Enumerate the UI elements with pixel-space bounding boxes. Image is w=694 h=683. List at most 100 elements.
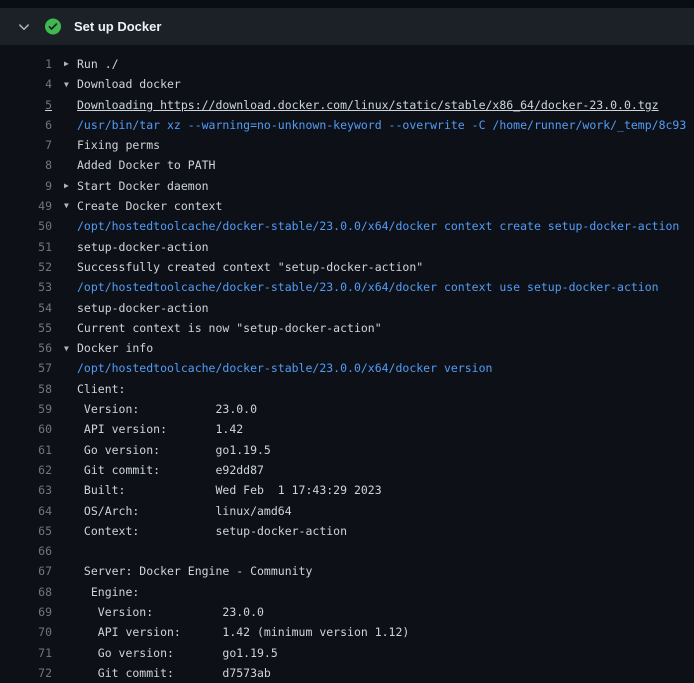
- log-text: Start Docker daemon: [77, 179, 209, 193]
- group-arrow-expanded-icon[interactable]: ▼: [64, 339, 77, 359]
- log-line: 6/usr/bin/tar xz --warning=no-unknown-ke…: [0, 115, 694, 135]
- log-line: 61 Go version: go1.19.5: [0, 440, 694, 460]
- line-number[interactable]: 8: [0, 155, 52, 175]
- line-number[interactable]: 50: [0, 216, 52, 236]
- line-number[interactable]: 56: [0, 338, 52, 358]
- log-line: 65 Context: setup-docker-action: [0, 521, 694, 541]
- log-container: 1 ▶Run ./ 4 ▼Download docker 5 Downloading ht…: [0, 45, 694, 683]
- line-number[interactable]: 72: [0, 663, 52, 683]
- log-line-content: Downloading https://download.docker.com/…: [64, 95, 659, 115]
- log-group-header[interactable]: 1 ▶Run ./: [0, 54, 694, 74]
- log-text: setup-docker-action: [77, 240, 209, 254]
- log-line-content: API version: 1.42 (minimum version 1.12): [64, 622, 409, 642]
- line-number[interactable]: 7: [0, 135, 52, 155]
- log-text: Current context is now "setup-docker-act…: [77, 321, 382, 335]
- log-text: Version: 23.0.0: [77, 605, 264, 619]
- line-number[interactable]: 64: [0, 501, 52, 521]
- log-line: 70 API version: 1.42 (minimum version 1.…: [0, 622, 694, 642]
- log-line: 54 setup-docker-action: [0, 298, 694, 318]
- group-arrow-collapsed-icon[interactable]: ▶: [64, 54, 77, 74]
- group-arrow-collapsed-icon[interactable]: ▶: [64, 176, 77, 196]
- line-number[interactable]: 52: [0, 257, 52, 277]
- log-line-content: Go version: go1.19.5: [64, 440, 271, 460]
- log-line: 71 Go version: go1.19.5: [0, 643, 694, 663]
- log-text: Version: 23.0.0: [77, 402, 257, 416]
- line-number[interactable]: 54: [0, 298, 52, 318]
- log-line-content: OS/Arch: linux/amd64: [64, 501, 292, 521]
- log-group-header[interactable]: 56 ▼Docker info: [0, 338, 694, 358]
- line-number[interactable]: 53: [0, 277, 52, 297]
- line-number[interactable]: 49: [0, 196, 52, 216]
- line-number[interactable]: 62: [0, 460, 52, 480]
- log-line-content: API version: 1.42: [64, 419, 243, 439]
- log-line: 52 Successfully created context "setup-do…: [0, 257, 694, 277]
- check-success-icon: [45, 19, 61, 35]
- line-number[interactable]: 1: [0, 54, 52, 74]
- log-line-content: setup-docker-action: [64, 298, 209, 318]
- log-text: API version: 1.42: [77, 422, 243, 436]
- line-number[interactable]: 71: [0, 643, 52, 663]
- log-line-content: ▶Start Docker daemon: [64, 176, 209, 196]
- log-line: 63 Built: Wed Feb 1 17:43:29 2023: [0, 480, 694, 500]
- line-number[interactable]: 63: [0, 480, 52, 500]
- log-line-content: /opt/hostedtoolcache/docker-stable/23.0.…: [64, 277, 659, 297]
- log-group-header[interactable]: 4 ▼Download docker: [0, 74, 694, 94]
- log-line: 55 Current context is now "setup-docker-a…: [0, 318, 694, 338]
- line-number[interactable]: 59: [0, 399, 52, 419]
- group-arrow-expanded-icon[interactable]: ▼: [64, 75, 77, 95]
- log-line-content: ▼Download docker: [64, 74, 181, 94]
- log-text: setup-docker-action: [77, 301, 209, 315]
- group-arrow-expanded-icon[interactable]: ▼: [64, 196, 77, 216]
- log-text: Create Docker context: [77, 199, 222, 213]
- log-text: Successfully created context "setup-dock…: [77, 260, 423, 274]
- line-number[interactable]: 5: [0, 95, 52, 115]
- log-text: /opt/hostedtoolcache/docker-stable/23.0.…: [77, 219, 686, 233]
- line-number[interactable]: 69: [0, 602, 52, 622]
- log-line: 58 Client:: [0, 379, 694, 399]
- log-line: 72 Git commit: d7573ab: [0, 663, 694, 683]
- log-line-content: Server: Docker Engine - Community: [64, 561, 312, 581]
- line-number[interactable]: 6: [0, 115, 52, 135]
- log-line: 62 Git commit: e92dd87: [0, 460, 694, 480]
- log-line: 64 OS/Arch: linux/amd64: [0, 501, 694, 521]
- line-number[interactable]: 61: [0, 440, 52, 460]
- line-number[interactable]: 57: [0, 358, 52, 378]
- step-header[interactable]: Set up Docker: [0, 8, 694, 45]
- log-text: Client:: [77, 382, 125, 396]
- line-number[interactable]: 55: [0, 318, 52, 338]
- line-number[interactable]: 9: [0, 176, 52, 196]
- log-text: /opt/hostedtoolcache/docker-stable/23.0.…: [77, 361, 492, 375]
- line-number[interactable]: 68: [0, 582, 52, 602]
- log-text: /opt/hostedtoolcache/docker-stable/23.0.…: [77, 280, 659, 294]
- log-group-header[interactable]: 49 ▼Create Docker context: [0, 196, 694, 216]
- log-text: Git commit: e92dd87: [77, 463, 264, 477]
- line-number[interactable]: 66: [0, 541, 52, 561]
- log-line-content: Go version: go1.19.5: [64, 643, 278, 663]
- log-url-link[interactable]: https://download.docker.com/linux/static…: [160, 98, 659, 112]
- line-number[interactable]: 4: [0, 74, 52, 94]
- log-line-content: Current context is now "setup-docker-act…: [64, 318, 382, 338]
- log-text: Go version: go1.19.5: [77, 443, 271, 457]
- log-line-content: ▶Run ./: [64, 54, 119, 74]
- log-line-content: /opt/hostedtoolcache/docker-stable/23.0.…: [64, 358, 492, 378]
- log-line-content: /opt/hostedtoolcache/docker-stable/23.0.…: [64, 216, 686, 236]
- log-group-header[interactable]: 9 ▶Start Docker daemon: [0, 176, 694, 196]
- line-number[interactable]: 51: [0, 237, 52, 257]
- log-line: 60 API version: 1.42: [0, 419, 694, 439]
- log-text: Docker info: [77, 341, 153, 355]
- log-text: Server: Docker Engine - Community: [77, 564, 312, 578]
- log-line-content: setup-docker-action: [64, 237, 209, 257]
- line-number[interactable]: 70: [0, 622, 52, 642]
- line-number[interactable]: 60: [0, 419, 52, 439]
- log-line: 68 Engine:: [0, 582, 694, 602]
- line-number[interactable]: 65: [0, 521, 52, 541]
- line-number[interactable]: 67: [0, 561, 52, 581]
- log-line-content: Built: Wed Feb 1 17:43:29 2023: [64, 480, 382, 500]
- chevron-down-icon[interactable]: [16, 19, 32, 35]
- log-text: Built: Wed Feb 1 17:43:29 2023: [77, 483, 382, 497]
- log-line-content: Fixing perms: [64, 135, 160, 155]
- log-text: Downloading https://download.docker.com/…: [77, 98, 659, 112]
- log-line-content: ▼Docker info: [64, 338, 153, 358]
- log-line-content: Engine:: [64, 582, 139, 602]
- line-number[interactable]: 58: [0, 379, 52, 399]
